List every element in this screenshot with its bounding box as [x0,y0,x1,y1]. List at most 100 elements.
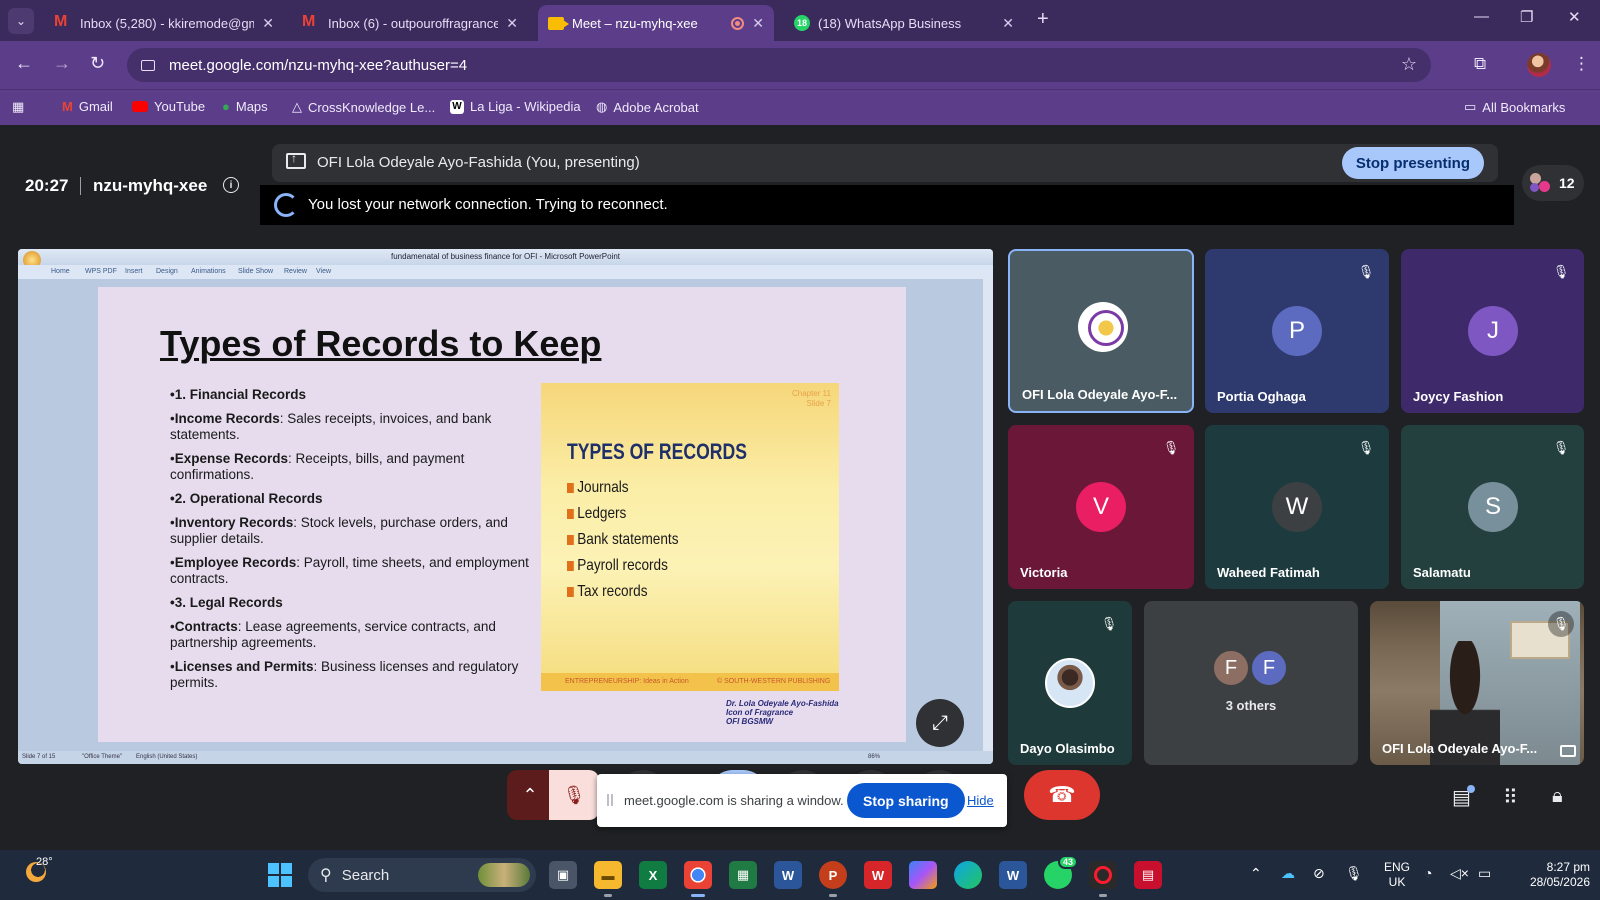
wps-office-icon[interactable]: W [864,861,892,889]
participant-name: Portia Oghaga [1217,389,1306,404]
close-icon[interactable]: ✕ [1002,15,1014,32]
people-button[interactable]: 12 [1522,165,1584,201]
opera-icon[interactable] [1089,861,1117,889]
close-icon[interactable]: ✕ [506,15,518,32]
edge-icon[interactable] [954,861,982,889]
stop-presenting-button[interactable]: Stop presenting [1341,147,1484,179]
drag-handle-icon[interactable] [607,794,613,806]
system-clock[interactable]: 8:27 pm 28/05/2026 [1514,860,1590,890]
youtube-icon [132,101,148,112]
image-list-item: Ledgers [567,501,678,527]
wikipedia-icon: W [450,99,464,114]
presenting-bar: OFI Lola Odeyale Ayo-Fashida (You, prese… [272,144,1498,182]
whatsapp-icon[interactable]: 43 [1044,855,1078,889]
hide-link[interactable]: Hide [967,793,994,808]
participant-tile[interactable]: S 🎙︎ Salamatu [1401,425,1584,589]
word-icon[interactable]: W [774,861,802,889]
whatsapp-icon: 18 [794,15,810,31]
bookmark-adobe[interactable]: ◍ Adobe Acrobat [596,99,699,115]
chrome-icon[interactable] [684,861,712,889]
tab-meet[interactable]: Meet – nzu-myhq-xee ✕ [538,5,774,41]
stop-sharing-button[interactable]: Stop sharing [847,783,965,818]
bullet-item: •Inventory Records: Stock levels, purcha… [170,515,508,546]
avatar: F [1250,649,1288,687]
presenting-label: OFI Lola Odeyale Ayo-Fashida (You, prese… [317,154,640,171]
apps-grid-icon[interactable]: ▦ [12,99,24,115]
image-corner-text: Chapter 11 Slide 7 [792,389,831,408]
start-windows-icon[interactable] [268,863,292,887]
participant-name: Waheed Fatimah [1217,565,1320,580]
extensions-icon[interactable]: ⧉ [1474,54,1486,74]
tab-search-button[interactable]: ⌄ [8,8,34,34]
close-icon[interactable]: ✕ [262,15,274,32]
participant-tile[interactable]: P 🎙︎ Portia Oghaga [1205,249,1389,413]
powerpoint-icon[interactable]: P [819,861,847,889]
wifi-icon[interactable]: ◔ [1424,865,1432,881]
tab-gmail-2[interactable]: Inbox (6) - outpouroffragrance ✕ [292,5,528,41]
back-button[interactable]: ← [15,53,33,74]
task-view-icon[interactable]: ▣ [549,861,577,889]
reload-button[interactable]: ↻ [90,53,105,74]
mic-off-icon: 🎙︎ [1357,264,1375,279]
battery-icon[interactable]: ▭ [1478,865,1491,882]
volume-mute-icon[interactable]: ◁× [1450,865,1469,882]
activities-grid-icon[interactable]: ⠿ [1503,785,1518,810]
no-network-icon[interactable]: ⊘ [1313,865,1325,882]
chat-unread-dot [1467,785,1475,793]
participant-name: Salamatu [1413,565,1471,580]
minimize-button[interactable]: — [1474,8,1489,25]
audio-options-button[interactable]: ⌃ [507,770,553,820]
self-video-tile[interactable]: 🎙︎ OFI Lola Odeyale Ayo-F... [1370,601,1584,765]
bookmark-gmail[interactable]: M Gmail [62,99,113,114]
sharing-message: meet.google.com is sharing a window. [624,793,844,808]
restore-button[interactable]: ❐ [1520,8,1533,26]
divider [80,177,81,195]
participant-tile[interactable]: V 🎙︎ Victoria [1008,425,1194,589]
forward-button[interactable]: → [53,53,71,74]
bullet-heading: •2. Operational Records [170,491,323,506]
host-controls-lock-icon[interactable]: 🔒︎ [1552,785,1563,808]
language-indicator[interactable]: ENG UK [1384,860,1410,890]
avatar: V [1076,482,1126,532]
tab-whatsapp[interactable]: 18 (18) WhatsApp Business ✕ [784,5,1024,41]
bookmark-laliga[interactable]: W La Liga - Wikipedia [450,99,581,114]
bookmark-youtube[interactable]: YouTube [132,99,205,114]
participant-tile[interactable]: J 🎙︎ Joycy Fashion [1401,249,1584,413]
spreadsheet-icon[interactable]: ▦ [729,861,757,889]
tab-gmail-1[interactable]: Inbox (5,280) - kkiremode@gm ✕ [44,5,284,41]
leave-call-button[interactable]: ☎ [1024,770,1100,820]
new-tab-button[interactable]: + [1037,8,1049,31]
meet-view: 20:27 nzu-myhq-xee i OFI Lola Odeyale Ay… [0,125,1600,850]
file-explorer-icon[interactable]: ▬ [594,861,622,889]
bookmark-star-icon[interactable]: ☆ [1401,54,1417,75]
word-doc-icon[interactable]: W [999,861,1027,889]
copilot-icon[interactable] [909,861,937,889]
close-window-button[interactable]: ✕ [1568,8,1581,26]
onedrive-icon[interactable]: ☁ [1281,865,1295,882]
microphone-off-button[interactable]: 🎙︎ [549,770,599,820]
others-tile[interactable]: F F 3 others [1144,601,1358,765]
chevron-up-icon[interactable]: ⌃ [1250,865,1262,882]
taskbar-search[interactable]: ⚲ Search [308,858,536,892]
tab-title: (18) WhatsApp Business [818,15,962,31]
address-bar[interactable]: meet.google.com/nzu-myhq-xee?authuser=4 … [127,48,1431,82]
microphone-icon[interactable]: 🎙︎ [1345,865,1363,882]
participant-tile[interactable]: 🎙︎ Dayo Olasimbo [1008,601,1132,765]
bookmark-crossknowledge[interactable]: △ CrossKnowledge Le... [292,99,435,115]
participant-tile[interactable]: OFI Lola Odeyale Ayo-F... [1008,249,1194,413]
site-info-icon[interactable] [141,59,155,71]
close-icon[interactable]: ✕ [752,15,764,32]
image-list: Journals Ledgers Bank statements Payroll… [567,475,698,605]
participant-tile[interactable]: W 🎙︎ Waheed Fatimah [1205,425,1389,589]
profile-avatar[interactable] [1527,53,1551,77]
all-bookmarks[interactable]: ▭ All Bookmarks [1464,99,1565,115]
participant-name: OFI Lola Odeyale Ayo-F... [1382,741,1538,756]
info-icon[interactable]: i [223,177,239,193]
acrobat-icon[interactable]: ▤ [1134,861,1162,889]
fullscreen-expand-icon[interactable]: ⤢ [916,699,964,747]
avatar: J [1468,306,1518,356]
excel-icon[interactable]: X [639,861,667,889]
bullet-item: •Employee Records: Payroll, time sheets,… [170,555,529,586]
bookmark-maps[interactable]: ● Maps [222,99,268,114]
menu-kebab-icon[interactable]: ⋮ [1573,54,1590,74]
